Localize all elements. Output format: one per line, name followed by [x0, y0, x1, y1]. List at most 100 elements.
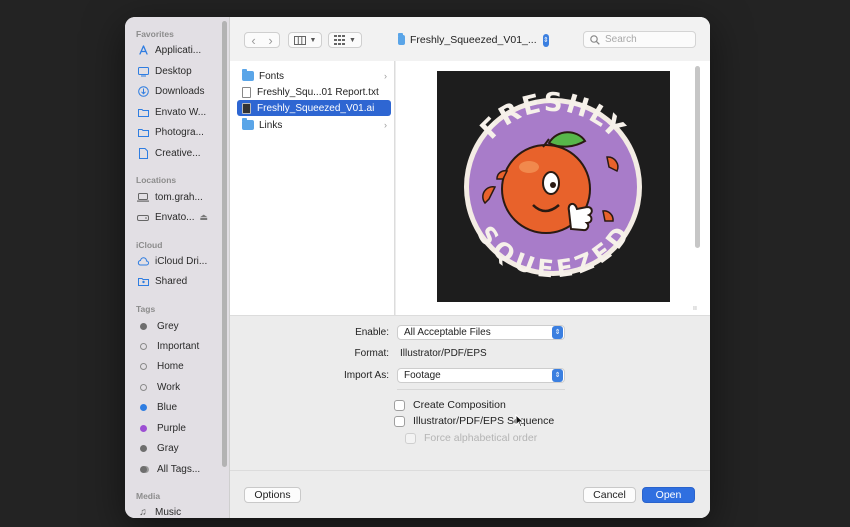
sidebar-item-label: Applicati... [155, 45, 202, 56]
all-tags-icon [140, 466, 147, 473]
text-file-icon [242, 86, 251, 98]
force-alphabetical-checkbox[interactable]: Force alphabetical order [405, 432, 537, 444]
forward-button[interactable]: › [268, 33, 272, 48]
enable-popup[interactable]: All Acceptable Files ⇕ [397, 325, 565, 340]
import-as-value: Footage [404, 370, 441, 381]
back-button[interactable]: ‹ [251, 33, 255, 48]
stepper-icon: ⇕ [552, 326, 563, 339]
downloads-icon [137, 86, 149, 98]
checkbox-box [394, 415, 405, 427]
sidebar-item-label: Purple [157, 423, 186, 434]
sidebar-item-envato-drive[interactable]: Envato... ⏏ [137, 209, 208, 226]
sidebar-item-label: Music [155, 507, 182, 518]
sidebar-tag-gray[interactable]: Gray [137, 440, 179, 457]
tag-dot-icon [140, 445, 147, 452]
checkbox-label: Create Composition [413, 399, 506, 411]
search-icon [590, 34, 600, 45]
open-button[interactable]: Open [642, 487, 695, 503]
folder-icon [137, 127, 149, 139]
sidebar-item-applications[interactable]: Applicati... [137, 42, 201, 59]
preview-scrollbar[interactable] [695, 66, 700, 248]
sidebar-item-label: Important [157, 341, 200, 352]
preview-image: FRESHLY SQUEEZED [437, 71, 670, 302]
file-row-fonts[interactable]: Fonts › [237, 68, 391, 84]
back-forward-buttons: ‹ › [244, 32, 280, 48]
folder-icon [242, 69, 254, 81]
checkbox-box [394, 399, 405, 411]
locations-section-title: Locations [136, 175, 177, 185]
sidebar-item-photography[interactable]: Photogra... [137, 124, 204, 141]
view-columns-button[interactable]: ▼ [288, 32, 322, 48]
checkbox-label: Force alphabetical order [424, 432, 538, 444]
sidebar: Favorites Applicati... Desktop Downloads… [125, 17, 230, 518]
sidebar-item-icloud-drive[interactable]: iCloud Dri... [137, 253, 207, 270]
tags-section-title: Tags [136, 304, 156, 314]
create-composition-checkbox[interactable]: Create Composition [394, 399, 506, 411]
file-name: Freshly_Squ...01 Report.txt [257, 86, 379, 98]
tag-dot-icon [140, 425, 147, 432]
column-resize-handle[interactable]: ıı [693, 305, 697, 312]
file-row-ai-selected[interactable]: Freshly_Squeezed_V01.ai [237, 100, 391, 116]
sidebar-item-label: Home [157, 361, 184, 372]
sidebar-item-envato-work[interactable]: Envato W... [137, 104, 206, 121]
enable-value: All Acceptable Files [404, 327, 491, 338]
path-popup[interactable]: Freshly_Squeezed_V01_... ⇕ [398, 31, 549, 49]
tag-ring-icon [140, 343, 147, 350]
folder-icon [137, 107, 149, 119]
sidebar-scrollbar[interactable] [222, 21, 227, 467]
sidebar-item-computer[interactable]: tom.grah... [137, 189, 203, 206]
sidebar-item-shared[interactable]: Shared [137, 273, 187, 290]
import-as-popup[interactable]: Footage ⇕ [397, 368, 565, 383]
file-name: Links [259, 119, 283, 131]
favorites-section-title: Favorites [136, 29, 174, 39]
tag-ring-icon [140, 363, 147, 370]
icloud-section-title: iCloud [136, 240, 163, 250]
checkbox-box [405, 432, 416, 444]
preview-column: FRESHLY SQUEEZED ıı [396, 61, 710, 315]
sidebar-item-desktop[interactable]: Desktop [137, 63, 192, 80]
sequence-checkbox[interactable]: Illustrator/PDF/EPS Sequence [394, 415, 554, 427]
sidebar-tag-grey[interactable]: Grey [137, 318, 179, 335]
sidebar-item-downloads[interactable]: Downloads [137, 83, 204, 100]
format-label: Format: [354, 348, 389, 359]
view-grid-button[interactable]: ▼ [328, 32, 362, 48]
tag-dot-icon [140, 404, 147, 411]
cloud-icon [137, 256, 149, 268]
sidebar-all-tags[interactable]: All Tags... [137, 461, 200, 478]
sidebar-item-label: Desktop [155, 66, 192, 77]
search-field[interactable]: Search [583, 31, 696, 48]
sidebar-item-label: tom.grah... [155, 192, 203, 203]
file-name: Fonts [259, 70, 285, 82]
grid-view-icon [334, 35, 346, 45]
sidebar-item-label: All Tags... [157, 464, 201, 475]
search-placeholder: Search [605, 34, 637, 45]
sidebar-item-label: Work [157, 382, 181, 393]
stepper-icon: ⇕ [542, 33, 549, 47]
file-row-links[interactable]: Links › [237, 117, 391, 133]
toolbar: ‹ › ▼ ▼ Freshly_Squeezed_V01_... ⇕ Searc… [230, 17, 710, 61]
applications-icon [137, 45, 149, 57]
sidebar-tag-work[interactable]: Work [137, 379, 180, 396]
options-button[interactable]: Options [244, 487, 301, 503]
import-options: Enable: All Acceptable Files ⇕ Format: I… [230, 315, 710, 470]
music-icon: ♫ [139, 507, 147, 518]
eject-icon[interactable]: ⏏ [199, 212, 208, 223]
illustrator-file-icon [242, 102, 251, 114]
sidebar-tag-important[interactable]: Important [137, 338, 199, 355]
cancel-button[interactable]: Cancel [583, 487, 636, 503]
sidebar-item-label: Photogra... [155, 127, 204, 138]
chevron-right-icon: › [384, 120, 387, 130]
sidebar-tag-home[interactable]: Home [137, 358, 184, 375]
import-as-label: Import As: [343, 370, 389, 381]
open-file-dialog: Favorites Applicati... Desktop Downloads… [125, 17, 710, 518]
sidebar-item-music[interactable]: ♫ Music [137, 504, 181, 518]
document-icon [137, 148, 149, 160]
file-list-column: Fonts › Freshly_Squ...01 Report.txt Fres… [230, 61, 404, 315]
file-row-report[interactable]: Freshly_Squ...01 Report.txt [237, 84, 391, 100]
sidebar-tag-purple[interactable]: Purple [137, 420, 186, 437]
options-separator [397, 389, 565, 390]
sidebar-item-creative[interactable]: Creative... [137, 145, 201, 162]
sidebar-tag-blue[interactable]: Blue [137, 399, 177, 416]
file-name: Freshly_Squeezed_V01.ai [257, 102, 375, 114]
sidebar-item-label: Envato W... [155, 107, 207, 118]
